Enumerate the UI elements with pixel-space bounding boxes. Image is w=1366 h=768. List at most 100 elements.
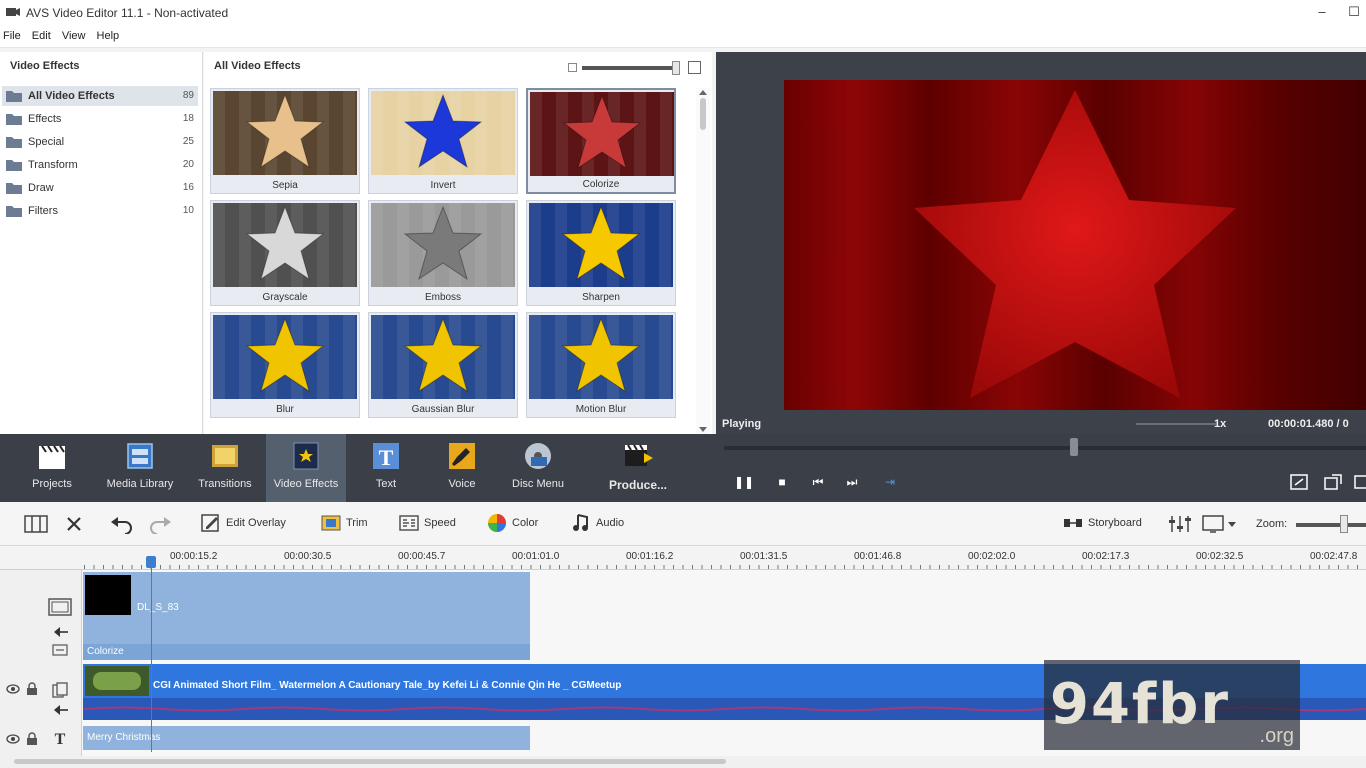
- visibility-eye-icon[interactable]: [6, 734, 20, 744]
- stop-button[interactable]: ■: [772, 472, 792, 492]
- tree-item-filters[interactable]: Filters 10: [2, 201, 198, 221]
- zoom-slider-thumb[interactable]: [1340, 515, 1348, 533]
- app-window: AVS Video Editor 11.1 - Non-activated – …: [0, 0, 1366, 768]
- lock-icon[interactable]: [26, 682, 38, 696]
- scroll-down-icon[interactable]: [699, 427, 707, 432]
- timeline-horizontal-scrollbar[interactable]: [0, 756, 1366, 768]
- scroll-up-icon[interactable]: [699, 90, 707, 95]
- folder-icon: [6, 114, 22, 125]
- effect-tile-grayscale[interactable]: Grayscale: [210, 200, 360, 306]
- aspect-ratio-dropdown-icon[interactable]: [1202, 514, 1238, 534]
- effects-category-panel: Video Effects All Video Effects 89 Effec…: [0, 52, 203, 434]
- slider-thumb[interactable]: [672, 61, 680, 75]
- effect-tile-blur[interactable]: Blur: [210, 312, 360, 418]
- speed-slider[interactable]: [1136, 423, 1216, 425]
- split-clip-icon[interactable]: [24, 514, 48, 534]
- trim-button[interactable]: Trim: [320, 512, 368, 536]
- timeline-playhead[interactable]: [146, 556, 156, 568]
- produce-button[interactable]: Produce...: [598, 434, 678, 502]
- playback-speed[interactable]: 1x: [1214, 418, 1226, 430]
- arrow-left-icon[interactable]: [54, 704, 68, 716]
- next-frame-button[interactable]: ⏭: [842, 472, 862, 492]
- speed-button[interactable]: Speed: [398, 512, 456, 536]
- large-thumbnails-icon: [688, 61, 701, 74]
- effect-tile-sharpen[interactable]: Sharpen: [526, 200, 676, 306]
- media-library-button[interactable]: Media Library: [100, 434, 180, 502]
- star-thumbnail-icon: [530, 92, 674, 176]
- effect-tile-sepia[interactable]: Sepia: [210, 88, 360, 194]
- detach-preview-icon[interactable]: [1324, 474, 1342, 490]
- edit-overlay-button[interactable]: Edit Overlay: [200, 512, 286, 536]
- storyboard-button[interactable]: Storyboard: [1062, 512, 1142, 536]
- arrow-left-icon[interactable]: [54, 626, 68, 638]
- ruler-tick-label: 00:01:01.0: [512, 551, 560, 562]
- ruler-tick-label: 00:02:02.0: [968, 551, 1016, 562]
- thumbnail-size-slider[interactable]: [566, 60, 706, 76]
- star-thumbnail-icon: [213, 315, 357, 399]
- storyboard-label: Storyboard: [1088, 517, 1142, 529]
- undo-icon[interactable]: [110, 514, 134, 534]
- audio-mixer-icon[interactable]: [1168, 514, 1192, 534]
- tree-item-special[interactable]: Special 25: [2, 132, 198, 152]
- menu-file[interactable]: File: [0, 26, 25, 42]
- projects-button[interactable]: Projects: [12, 434, 92, 502]
- snapshot-icon[interactable]: [1290, 474, 1308, 490]
- video-effects-button[interactable]: Video Effects: [266, 434, 346, 502]
- effect-tile-label: Motion Blur: [575, 404, 627, 415]
- timecode: 00:00:01.480 / 0: [1268, 418, 1349, 430]
- effect-clip-label: Colorize: [87, 646, 124, 657]
- go-to-end-button[interactable]: ⇥: [880, 472, 900, 492]
- playback-progress-thumb[interactable]: [1070, 438, 1078, 456]
- tree-item-label: Draw: [28, 182, 54, 194]
- effect-tile-invert[interactable]: Invert: [368, 88, 518, 194]
- effect-tile-emboss[interactable]: Emboss: [368, 200, 518, 306]
- lock-icon[interactable]: [26, 732, 38, 746]
- effect-tile-label: Invert: [430, 180, 456, 191]
- projects-label: Projects: [32, 478, 72, 490]
- tree-item-all-video-effects[interactable]: All Video Effects 89: [2, 86, 198, 106]
- scrollbar-thumb[interactable]: [14, 759, 726, 764]
- disc-menu-button[interactable]: Disc Menu: [498, 434, 578, 502]
- tree-item-label: Transform: [28, 159, 78, 171]
- ruler-tick-label: 00:01:16.2: [626, 551, 674, 562]
- produce-icon: [625, 444, 653, 466]
- effect-tile-gaussian-blur[interactable]: Gaussian Blur: [368, 312, 518, 418]
- text-button[interactable]: T Text: [346, 434, 426, 502]
- menu-view[interactable]: View: [58, 26, 90, 42]
- tree-item-label: All Video Effects: [28, 90, 115, 102]
- color-label: Color: [512, 517, 539, 529]
- playback-progress-track[interactable]: [724, 446, 1366, 450]
- tree-item-draw[interactable]: Draw 16: [2, 178, 198, 198]
- audio-label: Audio: [596, 517, 625, 529]
- transitions-button[interactable]: Transitions: [185, 434, 265, 502]
- pause-button[interactable]: ❚❚: [734, 472, 754, 492]
- menu-edit[interactable]: Edit: [28, 26, 55, 42]
- maximize-button[interactable]: ☐: [1342, 2, 1366, 24]
- zoom-slider[interactable]: [1296, 523, 1366, 527]
- color-button[interactable]: Color: [486, 512, 538, 536]
- tree-item-transform[interactable]: Transform 20: [2, 155, 198, 175]
- folder-icon: [6, 160, 22, 171]
- scrollbar-thumb[interactable]: [700, 98, 706, 130]
- voice-button[interactable]: Voice: [422, 434, 502, 502]
- redo-icon[interactable]: [148, 514, 172, 534]
- video-track-icon: [52, 682, 68, 698]
- preview-video-frame[interactable]: [784, 80, 1366, 410]
- fullscreen-icon[interactable]: [1354, 474, 1366, 490]
- ruler-tick-label: 00:00:45.7: [398, 551, 446, 562]
- effect-tile-colorize[interactable]: Colorize: [526, 88, 676, 194]
- menu-help[interactable]: Help: [93, 26, 124, 42]
- minimize-button[interactable]: –: [1302, 2, 1342, 24]
- previous-frame-button[interactable]: ⏮: [808, 472, 828, 492]
- timeline-ruler[interactable]: 00:00:15.2 00:00:30.5 00:00:45.7 00:01:01.0…: [0, 546, 1366, 570]
- ruler-tick-label: 00:02:47.8: [1310, 551, 1358, 562]
- tree-item-effects[interactable]: Effects 18: [2, 109, 198, 129]
- visibility-eye-icon[interactable]: [6, 684, 20, 694]
- site-watermark: 94fbr .org: [1044, 660, 1300, 750]
- audio-button[interactable]: Audio: [570, 512, 624, 536]
- grid-scrollbar[interactable]: [696, 88, 710, 434]
- delete-icon[interactable]: [64, 514, 84, 534]
- effect-tile-motion-blur[interactable]: Motion Blur: [526, 312, 676, 418]
- panel-title: Video Effects: [10, 60, 80, 72]
- speed-icon: [399, 515, 419, 531]
